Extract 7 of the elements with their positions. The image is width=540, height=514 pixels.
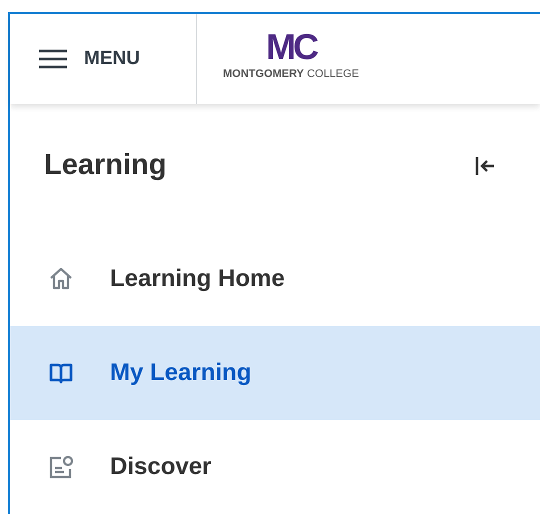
menu-icon <box>38 49 68 70</box>
sidebar-title: Learning <box>44 148 166 184</box>
search-document-icon <box>48 454 74 480</box>
college-logo[interactable]: MC MONTGOMERY COLLEGE <box>197 14 359 104</box>
home-icon <box>48 266 74 292</box>
menu-button[interactable]: MENU <box>10 14 197 104</box>
nav-item[interactable]: My Learning <box>10 326 540 420</box>
